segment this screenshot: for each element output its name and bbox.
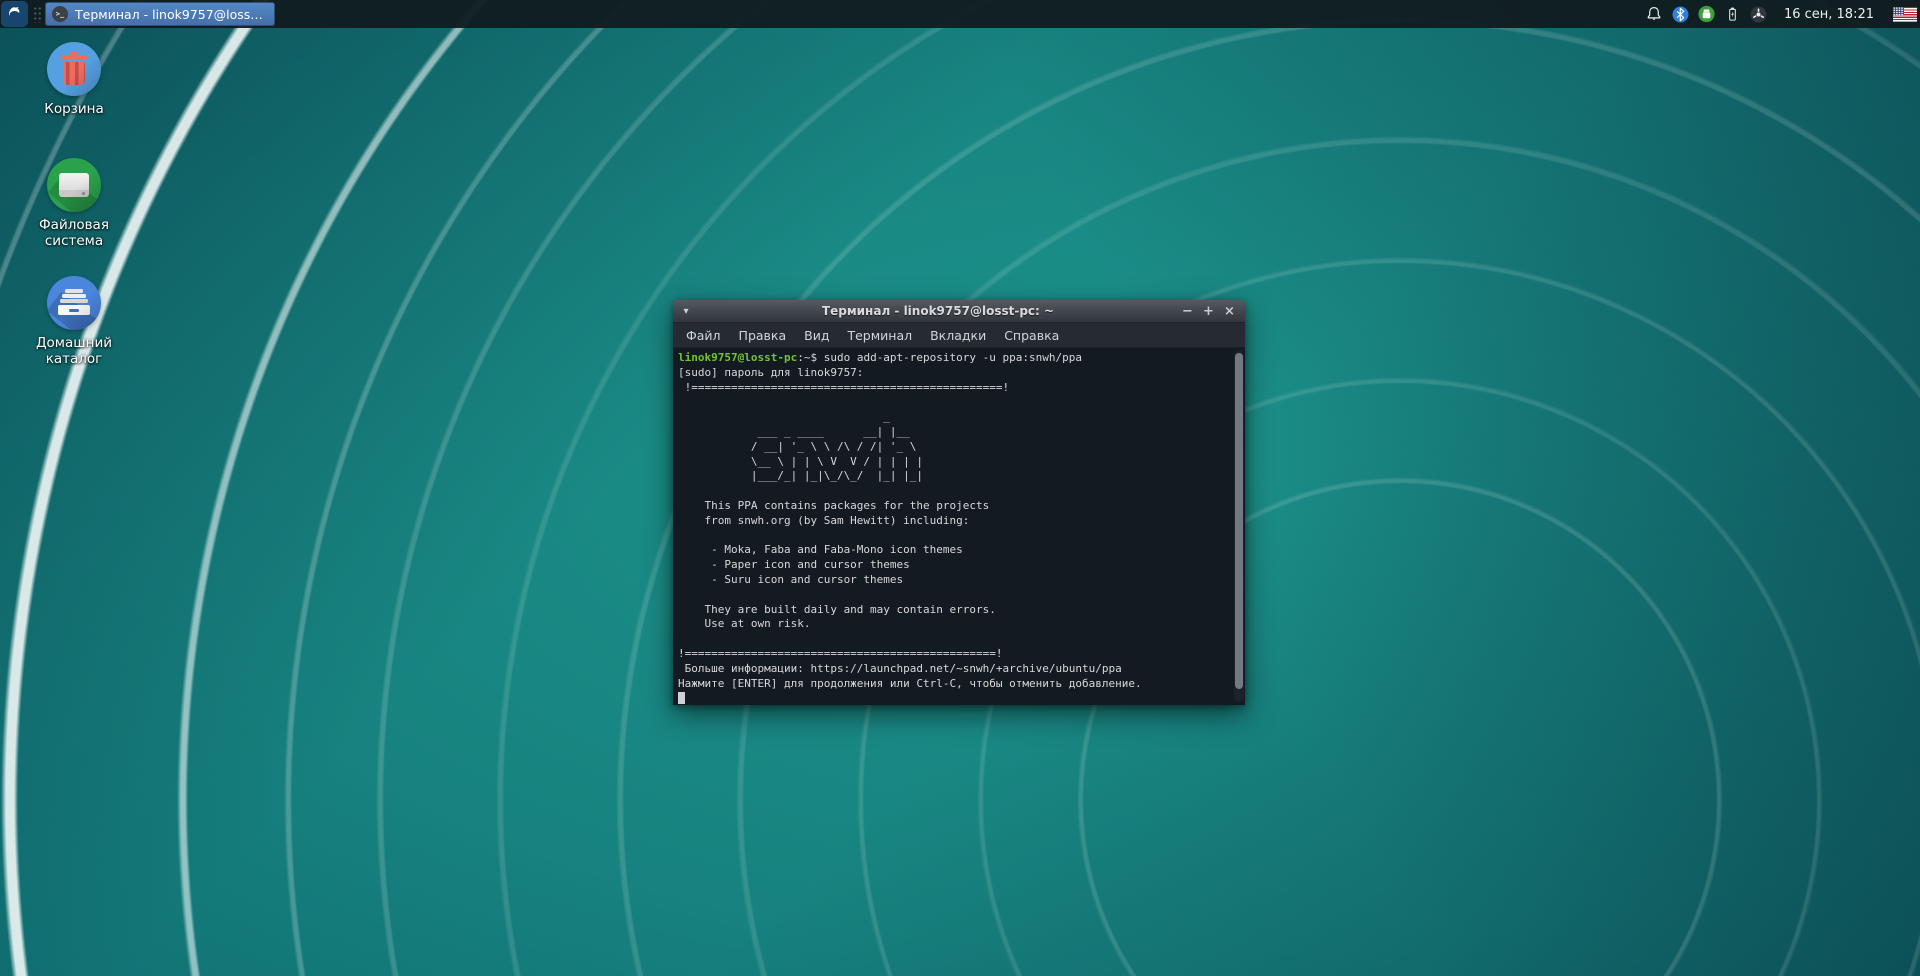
desktop[interactable]: >_ Терминал - linok9757@loss… 16 сен, 18… <box>0 0 1920 976</box>
software-updater-icon[interactable] <box>1698 6 1715 23</box>
desktop-icon-trash[interactable]: Корзина <box>22 42 126 118</box>
panel-grip[interactable] <box>32 5 41 23</box>
volume-icon[interactable] <box>1750 6 1767 23</box>
menu-item-help[interactable]: Справка <box>995 323 1068 348</box>
terminal-scrollbar <box>1234 350 1244 702</box>
window-menu-chevron-icon[interactable]: ▾ <box>673 306 699 317</box>
desktop-icon-label: Домашний каталог <box>22 336 126 368</box>
desktop-icon-label: Файловая система <box>22 218 126 250</box>
taskbar-window-label: Терминал - linok9757@loss… <box>75 7 263 22</box>
clock[interactable]: 16 сен, 18:21 <box>1784 7 1874 22</box>
terminal-window: ▾ Терминал - linok9757@losst-pc: ~ − + ×… <box>673 300 1245 705</box>
desktop-icon-label: Корзина <box>44 102 103 118</box>
trash-icon <box>47 42 101 96</box>
window-title: Терминал - linok9757@losst-pc: ~ <box>699 304 1177 318</box>
desktop-icon-home[interactable]: Домашний каталог <box>22 276 126 368</box>
terminal-icon: >_ <box>52 6 68 22</box>
menu-item-edit[interactable]: Правка <box>730 323 796 348</box>
menu-item-tabs[interactable]: Вкладки <box>921 323 995 348</box>
terminal-content[interactable]: linok9757@losst-pc:~$ sudo add-apt-repos… <box>673 348 1245 704</box>
xubuntu-logo-icon <box>6 4 23 25</box>
menu-item-file[interactable]: Файл <box>677 323 730 348</box>
desktop-icon-filesystem[interactable]: Файловая система <box>22 158 126 250</box>
menu-item-terminal[interactable]: Терминал <box>838 323 921 348</box>
terminal-cursor <box>678 692 685 704</box>
menubar: Файл Правка Вид Терминал Вкладки Справка <box>673 323 1245 348</box>
home-folder-icon <box>47 276 101 330</box>
filesystem-icon <box>47 158 101 212</box>
us-flag-icon[interactable] <box>1893 7 1917 22</box>
battery-icon[interactable] <box>1724 6 1741 23</box>
system-tray: 16 сен, 18:21 <box>1646 6 1920 23</box>
applications-menu-button[interactable] <box>1 1 28 27</box>
bluetooth-icon[interactable] <box>1672 6 1689 23</box>
scrollbar-thumb[interactable] <box>1235 353 1243 689</box>
taskbar-window-button[interactable]: >_ Терминал - linok9757@loss… <box>45 2 275 26</box>
menu-item-view[interactable]: Вид <box>795 323 838 348</box>
minimize-button[interactable]: − <box>1177 304 1198 319</box>
notifications-icon[interactable] <box>1646 6 1663 23</box>
maximize-button[interactable]: + <box>1198 304 1219 319</box>
titlebar[interactable]: ▾ Терминал - linok9757@losst-pc: ~ − + × <box>673 300 1245 323</box>
terminal-output: linok9757@losst-pc:~$ sudo add-apt-repos… <box>678 351 1231 704</box>
close-button[interactable]: × <box>1219 304 1240 319</box>
top-panel: >_ Терминал - linok9757@loss… 16 сен, 18… <box>0 0 1920 28</box>
